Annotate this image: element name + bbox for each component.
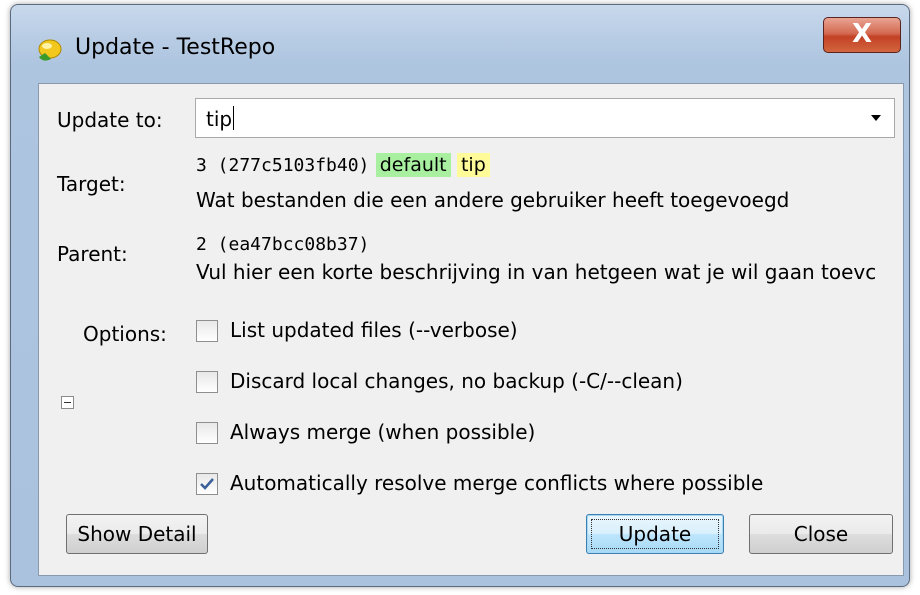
tortoisehg-app-icon bbox=[35, 37, 63, 65]
target-revision: 3 (277c5103fb40) bbox=[196, 155, 370, 176]
clean-checkbox-label[interactable]: Discard local changes, no backup (-C/--c… bbox=[230, 369, 683, 393]
verbose-checkbox[interactable] bbox=[196, 320, 218, 342]
parent-description-clip: Vul hier een korte beschrijving in van h… bbox=[196, 260, 896, 288]
dialog-body: Update to: tip Target: 3 (277c5103fb40) … bbox=[38, 83, 904, 576]
target-label: Target: bbox=[57, 172, 126, 196]
verbose-checkbox-label[interactable]: List updated files (--verbose) bbox=[230, 318, 518, 342]
parent-label: Parent: bbox=[57, 242, 128, 266]
update-dialog: Update - TestRepo X Update to: tip Targe… bbox=[10, 4, 910, 587]
always-merge-checkbox[interactable] bbox=[196, 422, 218, 444]
collapse-options-icon[interactable] bbox=[61, 396, 74, 409]
title-bar[interactable]: Update - TestRepo X bbox=[11, 5, 909, 80]
window-close-button[interactable]: X bbox=[823, 17, 901, 53]
checkmark-icon bbox=[200, 478, 214, 490]
update-to-value[interactable]: tip bbox=[206, 106, 235, 131]
auto-resolve-checkbox-label[interactable]: Automatically resolve merge conflicts wh… bbox=[230, 471, 763, 495]
window-title: Update - TestRepo bbox=[75, 35, 276, 60]
auto-resolve-checkbox[interactable] bbox=[196, 473, 218, 495]
target-branch-badge: default bbox=[375, 153, 451, 177]
text-cursor bbox=[233, 106, 235, 130]
options-label: Options: bbox=[83, 322, 167, 346]
dropdown-arrow-icon[interactable] bbox=[868, 109, 884, 125]
parent-description: Vul hier een korte beschrijving in van h… bbox=[196, 260, 877, 284]
always-merge-checkbox-label[interactable]: Always merge (when possible) bbox=[230, 420, 535, 444]
target-revision-line: 3 (277c5103fb40) default tip bbox=[196, 152, 490, 177]
parent-revision: 2 (ea47bcc08b37) bbox=[196, 234, 370, 255]
update-to-label: Update to: bbox=[57, 108, 163, 132]
focus-ring bbox=[591, 519, 719, 549]
clean-checkbox[interactable] bbox=[196, 371, 218, 393]
close-button[interactable]: Close bbox=[749, 514, 893, 554]
show-detail-button[interactable]: Show Detail bbox=[66, 514, 208, 554]
update-button[interactable]: Update bbox=[586, 514, 724, 554]
update-to-combobox[interactable]: tip bbox=[195, 98, 895, 138]
target-tag-badge: tip bbox=[456, 153, 490, 177]
target-description: Wat bestanden die een andere gebruiker h… bbox=[196, 188, 790, 212]
